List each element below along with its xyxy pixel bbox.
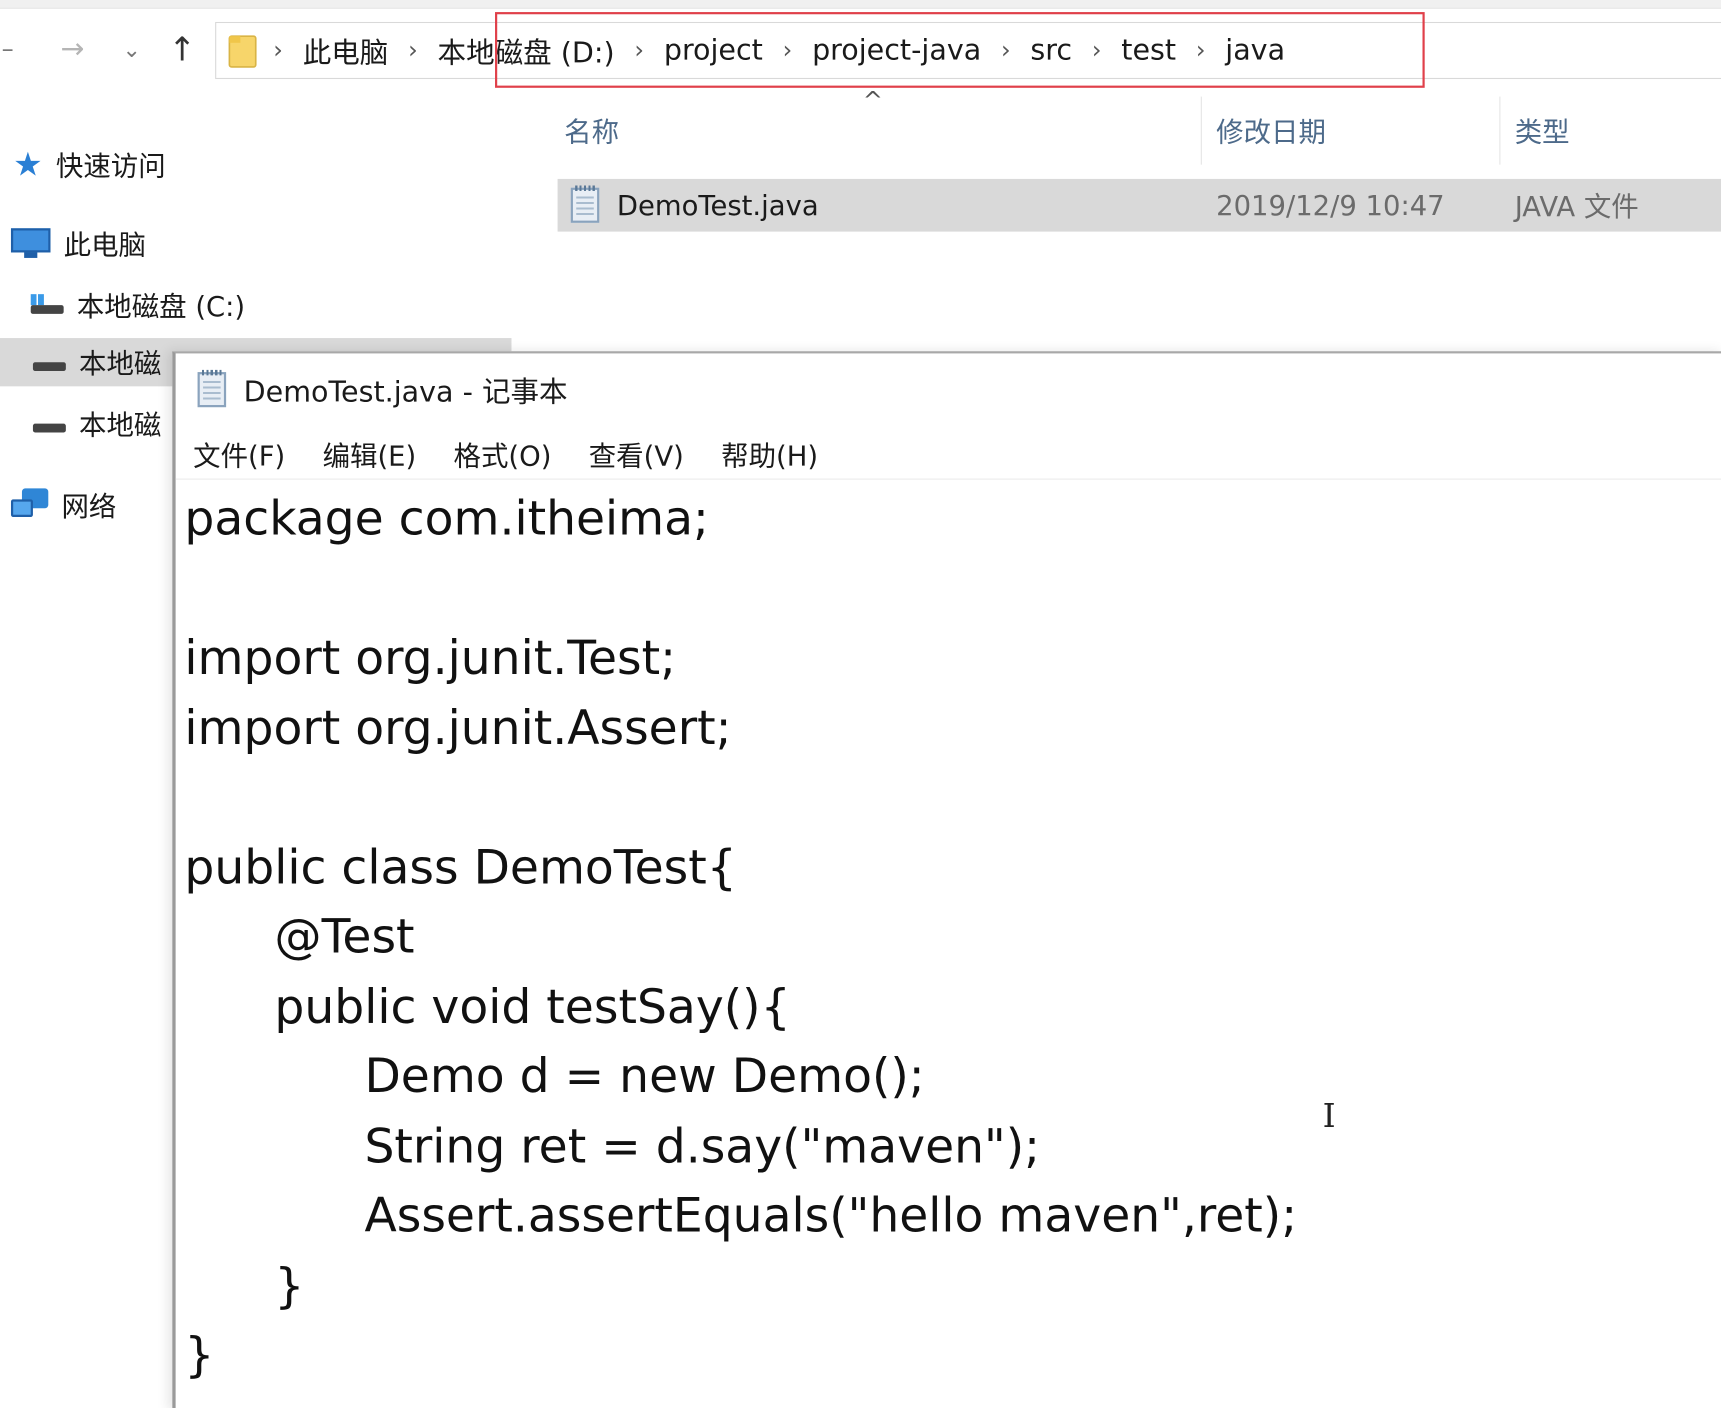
chevron-right-icon[interactable]: › [391,37,436,64]
forward-button[interactable]: → [50,29,94,71]
column-header-name[interactable]: 名称 [564,97,619,165]
nav-item-label: 网络 [61,490,117,523]
notepad-text-area[interactable]: package com.itheima; import org.junit.Te… [184,485,1721,1407]
nav-item-label: 本地磁 [79,409,162,442]
network-icon [10,488,49,521]
file-date: 2019/12/9 10:47 [1216,189,1445,222]
column-header-label: 类型 [1514,116,1570,149]
drive-icon [32,413,66,435]
java-file-icon [570,185,600,223]
chevron-down-icon: ⌄ [122,36,141,63]
nav-item-label: 本地磁 [79,347,162,380]
column-header-type[interactable]: 类型 [1515,97,1570,165]
nav-item-label: 快速访问 [55,150,166,183]
forward-arrow-icon: → [60,32,85,66]
column-header-date[interactable]: 修改日期 [1216,97,1326,165]
screen-content: – → ⌄ ↑ › 此电脑 › 本地磁盘 (D:) › project › pr… [0,0,1721,1408]
column-divider[interactable] [1499,96,1501,165]
menu-edit[interactable]: 编辑(E) [305,435,417,475]
notepad-menu-bar: 文件(F) 编辑(E) 格式(O) 查看(V) 帮助(H) [175,430,1721,480]
notepad-window: DemoTest.java - 记事本 文件(F) 编辑(E) 格式(O) 查看… [172,351,1721,1408]
system-drive-icon [30,294,64,316]
column-header-label: 名称 [564,116,620,149]
menu-view[interactable]: 查看(V) [571,435,684,475]
star-icon: ★ [13,145,43,184]
nav-item-label: 本地磁盘 (C:) [76,290,246,323]
back-button[interactable]: – [0,29,15,71]
chevron-right-icon[interactable]: › [273,37,300,64]
column-header-label: 修改日期 [1216,116,1326,149]
nav-item-drive-c[interactable]: 本地磁盘 (C:) [30,281,542,329]
folder-icon [228,35,257,68]
up-arrow-icon: ↑ [168,30,196,69]
column-divider[interactable] [1200,96,1202,165]
computer-icon [10,228,51,259]
nav-item-this-pc[interactable]: 此电脑 [10,220,522,268]
file-name-cell: DemoTest.java [570,179,819,232]
menu-help[interactable]: 帮助(H) [704,435,818,475]
menu-file[interactable]: 文件(F) [176,435,285,475]
text-cursor-icon: I [1322,1097,1336,1137]
breadcrumb-this-pc[interactable]: 此电脑 [301,30,391,71]
file-name: DemoTest.java [616,189,819,222]
up-button[interactable]: ↑ [160,29,204,71]
path-highlight-box [495,12,1425,88]
file-row[interactable]: DemoTest.java 2019/12/9 10:47 JAVA 文件 [557,178,1721,232]
screen: – → ⌄ ↑ › 此电脑 › 本地磁盘 (D:) › project › pr… [0,0,1721,1408]
menu-format[interactable]: 格式(O) [436,435,552,475]
drive-icon [32,351,66,373]
notepad-icon [197,369,227,408]
notepad-title: DemoTest.java - 记事本 [243,375,568,409]
nav-item-quick-access[interactable]: ★ 快速访问 [13,140,524,188]
notepad-title-bar[interactable]: DemoTest.java - 记事本 [176,353,1721,425]
recent-locations-button[interactable]: ⌄ [114,29,149,71]
file-type: JAVA 文件 [1514,190,1639,223]
sort-ascending-icon: ^ [862,87,883,116]
back-arrow-icon: – [1,35,14,64]
nav-item-label: 此电脑 [63,229,146,262]
window-top-edge [0,0,1721,9]
